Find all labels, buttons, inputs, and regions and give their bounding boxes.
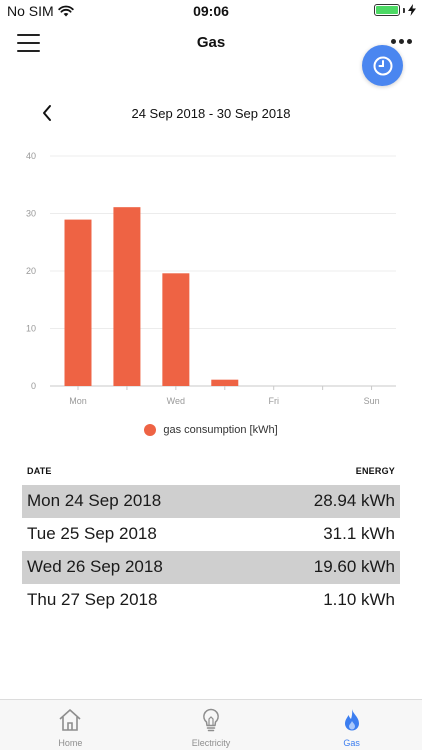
clock-icon (373, 56, 392, 75)
status-time: 09:06 (193, 3, 229, 19)
x-tick-label: Fri (268, 396, 279, 406)
status-right (374, 4, 416, 16)
gas-consumption-chart: 0 10 20 30 40 Mon Wed Fri Sun (0, 140, 422, 415)
flame-icon (344, 709, 359, 731)
page-title: Gas (196, 34, 226, 51)
table-row: Tue 25 Sep 2018 31.1 kWh (22, 518, 400, 551)
table-row: Wed 26 Sep 2018 19.60 kWh (22, 551, 400, 584)
tab-gas-label: Gas (343, 738, 360, 748)
legend-label: gas consumption [kWh] (163, 424, 278, 436)
history-button[interactable] (362, 45, 403, 86)
row-date: Mon 24 Sep 2018 (27, 491, 162, 510)
date-column-header: DATE (27, 466, 52, 476)
bar-thu (211, 379, 239, 386)
battery-icon (374, 4, 400, 16)
row-date: Thu 27 Sep 2018 (27, 590, 158, 609)
tab-home-label: Home (58, 738, 83, 748)
tab-bar: Home Electricity Gas (0, 699, 422, 750)
tab-electricity-label: Electricity (191, 738, 231, 748)
chart-legend: gas consumption [kWh] (0, 424, 422, 436)
week-selector: 24 Sep 2018 - 30 Sep 2018 (0, 100, 422, 126)
y-tick-label: 0 (31, 381, 36, 391)
x-tick-label: Mon (69, 396, 87, 406)
battery-tip (403, 7, 405, 13)
chart-svg: 0 10 20 30 40 Mon Wed Fri Sun (26, 151, 396, 406)
tab-electricity[interactable]: Electricity (141, 700, 282, 750)
bar-mon (64, 219, 92, 386)
lightbulb-icon (203, 708, 219, 732)
home-icon (59, 709, 81, 731)
table-row: Thu 27 Sep 2018 1.10 kWh (22, 584, 400, 617)
charging-icon (408, 4, 416, 16)
energy-column-header: ENERGY (355, 466, 395, 476)
row-energy: 19.60 kWh (313, 557, 395, 576)
bar-wed (162, 273, 190, 386)
table-header: DATE ENERGY (27, 466, 395, 480)
row-date: Tue 25 Sep 2018 (27, 524, 157, 543)
energy-table: Mon 24 Sep 2018 28.94 kWh Tue 25 Sep 201… (22, 485, 400, 617)
tab-gas[interactable]: Gas (281, 700, 422, 750)
status-bar: No SIM 09:06 (0, 0, 422, 22)
y-tick-label: 10 (26, 324, 36, 334)
row-energy: 1.10 kWh (323, 590, 395, 609)
legend-swatch (144, 424, 157, 436)
y-tick-label: 40 (26, 151, 36, 161)
x-tick-label: Wed (167, 396, 185, 406)
tab-home[interactable]: Home (0, 700, 141, 750)
y-tick-label: 30 (26, 209, 36, 219)
table-row: Mon 24 Sep 2018 28.94 kWh (22, 485, 400, 518)
bar-tue (113, 207, 141, 386)
row-date: Wed 26 Sep 2018 (27, 557, 163, 576)
y-tick-label: 20 (26, 266, 36, 276)
more-options-icon[interactable] (391, 39, 412, 44)
row-energy: 28.94 kWh (313, 491, 395, 510)
week-range-label: 24 Sep 2018 - 30 Sep 2018 (131, 106, 291, 121)
row-energy: 31.1 kWh (323, 524, 395, 543)
x-tick-label: Sun (364, 396, 380, 406)
nav-bar: Gas (0, 22, 422, 66)
